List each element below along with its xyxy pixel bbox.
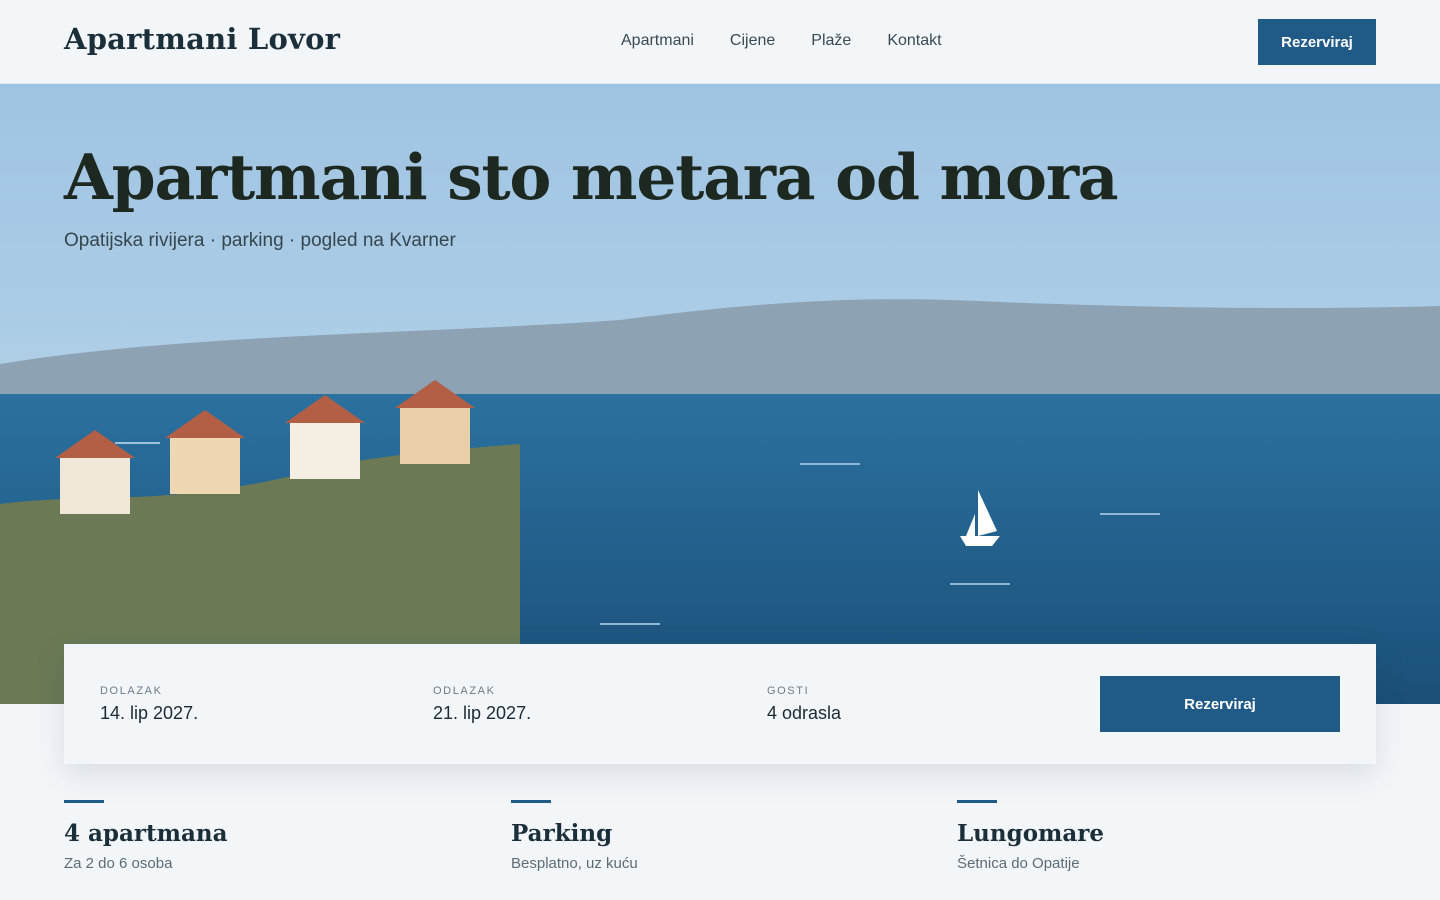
feature-divider xyxy=(957,800,997,803)
header-reserve-button[interactable]: Rezerviraj xyxy=(1258,19,1376,65)
feature-apartments: 4 apartmana Za 2 do 6 osoba xyxy=(64,800,444,872)
nav-link-apartmani[interactable]: Apartmani xyxy=(621,30,694,52)
departure-label: ODLAZAK xyxy=(433,685,496,697)
guests-field[interactable]: GOSTI 4 odrasla xyxy=(767,684,841,724)
departure-value: 21. lip 2027. xyxy=(433,703,532,723)
feature-description: Šetnica do Opatije xyxy=(957,855,1080,872)
main-nav: Apartmani Cijene Plaže Kontakt xyxy=(621,30,942,52)
feature-description: Za 2 do 6 osoba xyxy=(64,855,173,872)
hero-section: Apartmani sto metara od mora Opatijska r… xyxy=(0,84,1440,704)
feature-title: 4 apartmana xyxy=(64,820,228,847)
feature-lungomare: Lungomare Šetnica do Opatije xyxy=(957,800,1337,872)
booking-widget: DOLAZAK 14. lip 2027. ODLAZAK 21. lip 20… xyxy=(64,644,1376,764)
nav-link-cijene[interactable]: Cijene xyxy=(730,30,775,52)
feature-title: Lungomare xyxy=(957,820,1105,847)
feature-description: Besplatno, uz kuću xyxy=(511,855,638,872)
feature-divider xyxy=(511,800,551,803)
arrival-value: 14. lip 2027. xyxy=(100,703,199,723)
nav-link-plaze[interactable]: Plaže xyxy=(811,30,851,52)
feature-title: Parking xyxy=(511,820,613,847)
feature-divider xyxy=(64,800,104,803)
guests-label: GOSTI xyxy=(767,685,810,697)
brand-logo[interactable]: Apartmani Lovor xyxy=(64,22,340,56)
nav-link-kontakt[interactable]: Kontakt xyxy=(887,30,941,52)
booking-reserve-button[interactable]: Rezerviraj xyxy=(1100,676,1340,732)
site-header: Apartmani Lovor Apartmani Cijene Plaže K… xyxy=(0,0,1440,84)
arrival-label: DOLAZAK xyxy=(100,685,163,697)
departure-date-field[interactable]: ODLAZAK 21. lip 2027. xyxy=(433,684,531,724)
arrival-date-field[interactable]: DOLAZAK 14. lip 2027. xyxy=(100,684,198,724)
guests-value: 4 odrasla xyxy=(767,703,842,723)
distant-hills xyxy=(0,299,1440,396)
feature-parking: Parking Besplatno, uz kuću xyxy=(511,800,891,872)
hero-title: Apartmani sto metara od mora xyxy=(64,140,1119,214)
hero-subtitle: Opatijska rivijera · parking · pogled na… xyxy=(64,230,456,251)
